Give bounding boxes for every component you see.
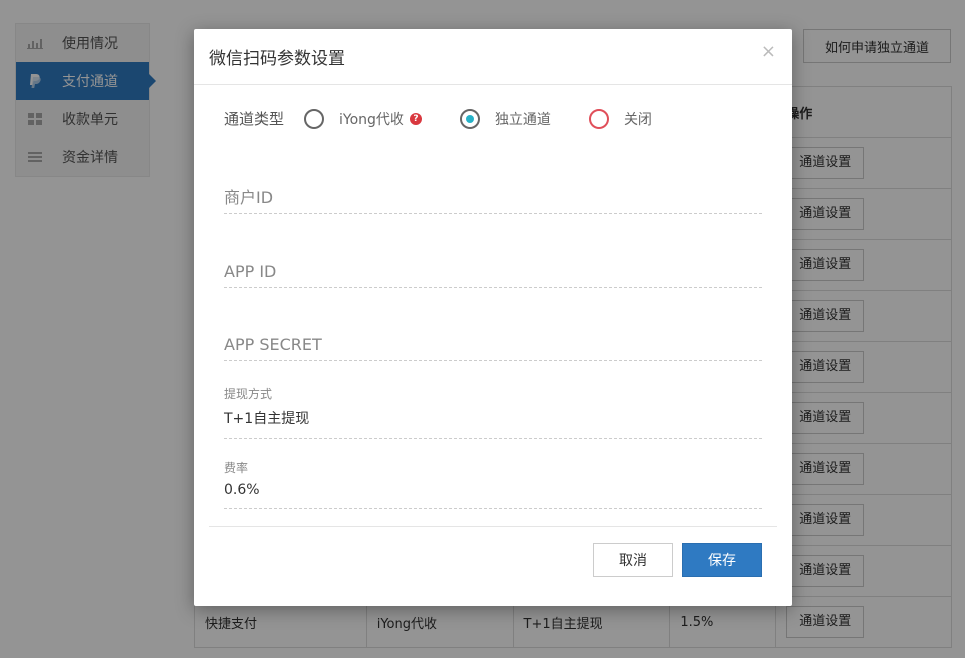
withdraw-method-value: T+1自主提现 [224,411,310,427]
rate-field[interactable]: 费率 0.6% [224,459,762,509]
modal-footer-divider [209,526,777,527]
withdraw-method-field[interactable]: 提现方式 T+1自主提现 [224,385,762,439]
radio-option-iyong[interactable]: iYong代收 ? [304,108,422,129]
radio-iyong[interactable] [304,108,325,129]
radio-label-iyong: iYong代收 [339,111,404,128]
modal-title: 微信扫码参数设置 [209,49,345,69]
app-secret-placeholder: APP SECRET [224,335,322,354]
modal-header: 微信扫码参数设置 × [194,29,792,85]
radio-option-close[interactable]: 关闭 [588,108,652,129]
close-icon[interactable]: × [761,43,776,61]
channel-type-group: 通道类型 iYong代收 ? 独立通道 关闭 [224,108,690,129]
wechat-scan-settings-dialog: 微信扫码参数设置 × 通道类型 iYong代收 ? 独立通道 关闭 商户ID A… [194,29,792,606]
channel-type-label: 通道类型 [224,110,285,128]
save-button[interactable]: 保存 [682,543,762,577]
app-id-placeholder: APP ID [224,262,277,281]
radio-option-independent[interactable]: 独立通道 [459,108,551,129]
merchant-id-field[interactable]: 商户ID [224,187,762,214]
radio-label-independent: 独立通道 [494,111,551,128]
app-secret-field[interactable]: APP SECRET [224,334,762,361]
question-circle-icon[interactable]: ? [409,112,422,125]
withdraw-method-label: 提现方式 [224,387,273,401]
cancel-button[interactable]: 取消 [593,543,673,577]
radio-independent[interactable] [459,108,480,129]
rate-label: 费率 [224,461,249,475]
radio-label-close: 关闭 [623,111,652,128]
app-id-field[interactable]: APP ID [224,261,762,288]
merchant-id-placeholder: 商户ID [224,188,274,207]
radio-close[interactable] [588,108,609,129]
rate-value: 0.6% [224,482,260,498]
